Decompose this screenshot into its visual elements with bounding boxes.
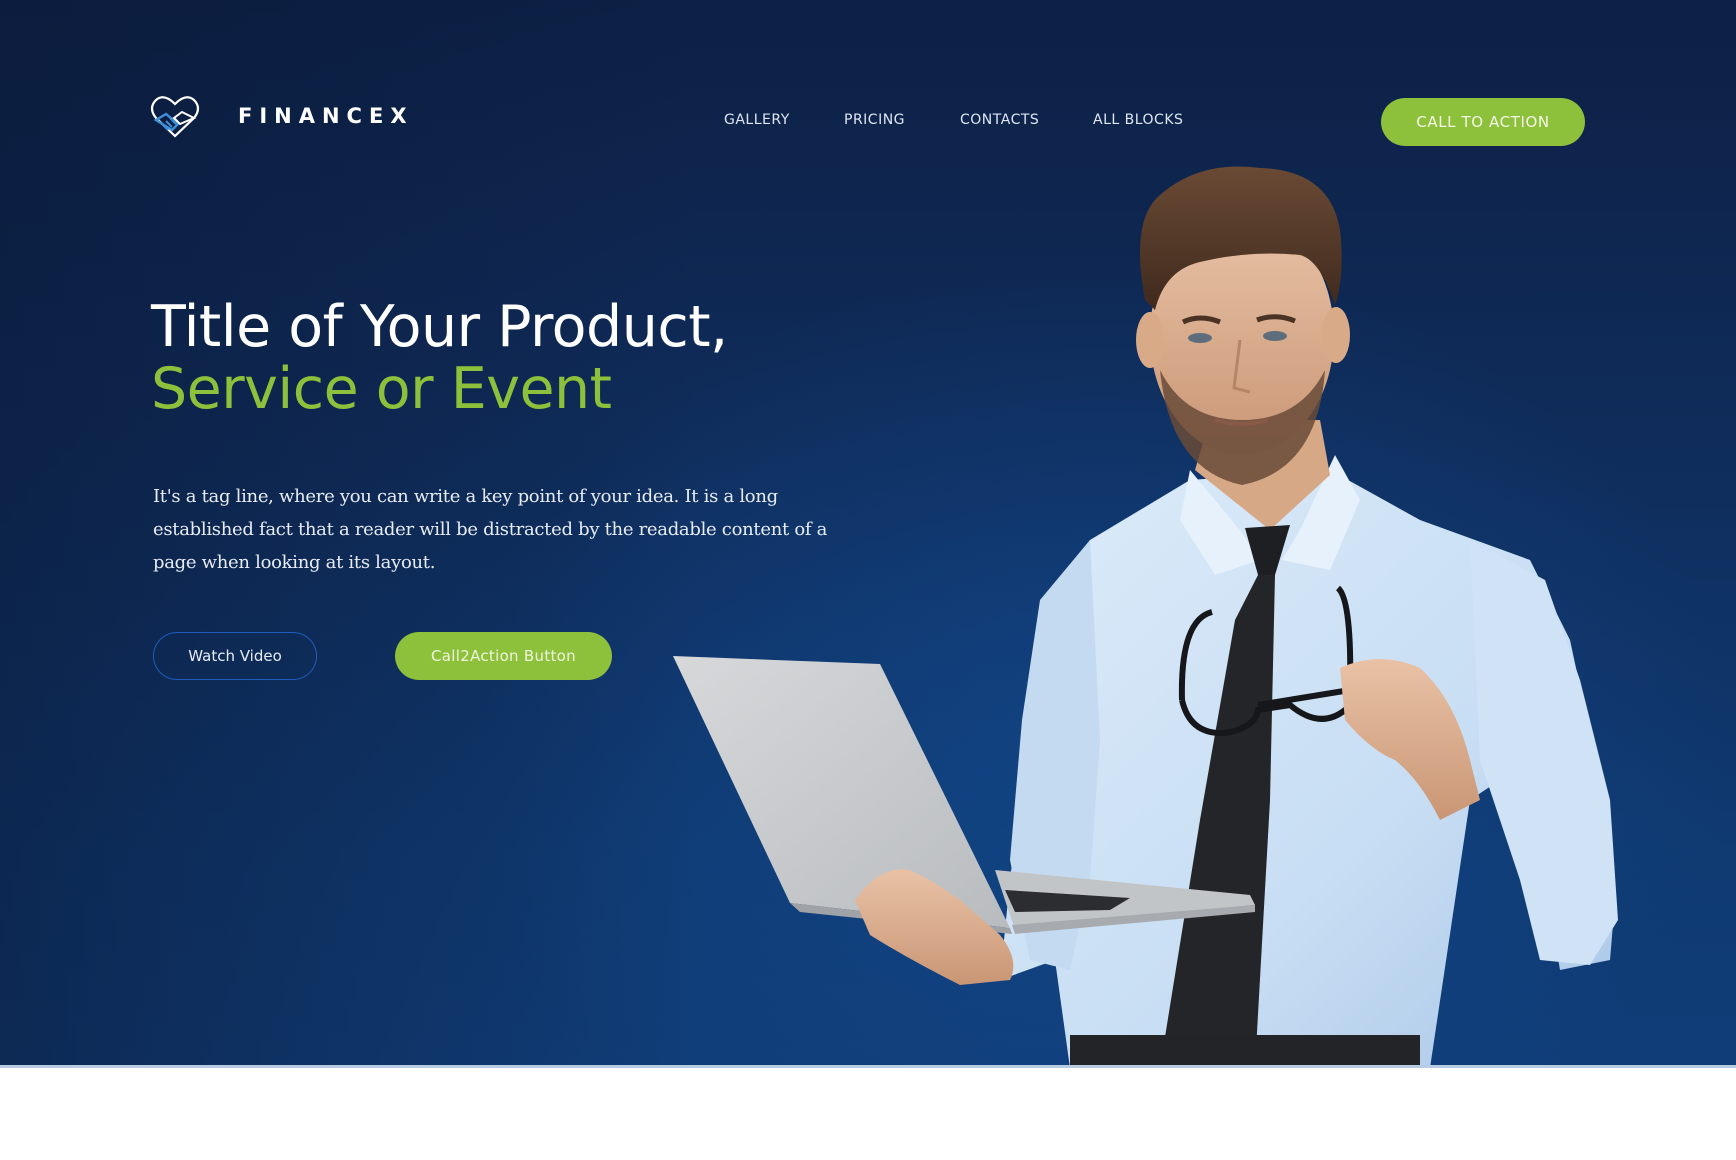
nav-item-pricing[interactable]: PRICING	[844, 112, 905, 128]
handshake-heart-icon	[150, 96, 200, 138]
trousers	[1070, 1035, 1420, 1068]
page-below-hero	[0, 1068, 1736, 1160]
shirt	[1000, 455, 1618, 1068]
hero-tagline: It's a tag line, where you can write a k…	[153, 486, 828, 573]
nav-item-contacts[interactable]: CONTACTS	[960, 112, 1039, 128]
nav-item-gallery[interactable]: GALLERY	[724, 112, 790, 128]
hero-section: FINANCEX GALLERY PRICING CONTACTS ALL BL…	[0, 0, 1736, 1068]
hero-title-line1: Title of Your Product,	[151, 294, 728, 360]
watch-video-button[interactable]: Watch Video	[153, 632, 317, 680]
call-to-action-button[interactable]: CALL TO ACTION	[1381, 98, 1585, 146]
hero-title: Title of Your Product, Service or Event	[151, 296, 728, 420]
brand-name: FINANCEX	[238, 104, 414, 128]
call2action-button[interactable]: Call2Action Button	[395, 632, 612, 680]
hero-title-line2: Service or Event	[151, 356, 612, 422]
nav-item-all-blocks[interactable]: ALL BLOCKS	[1093, 112, 1183, 128]
brand-logo[interactable]: FINANCEX	[150, 94, 407, 140]
